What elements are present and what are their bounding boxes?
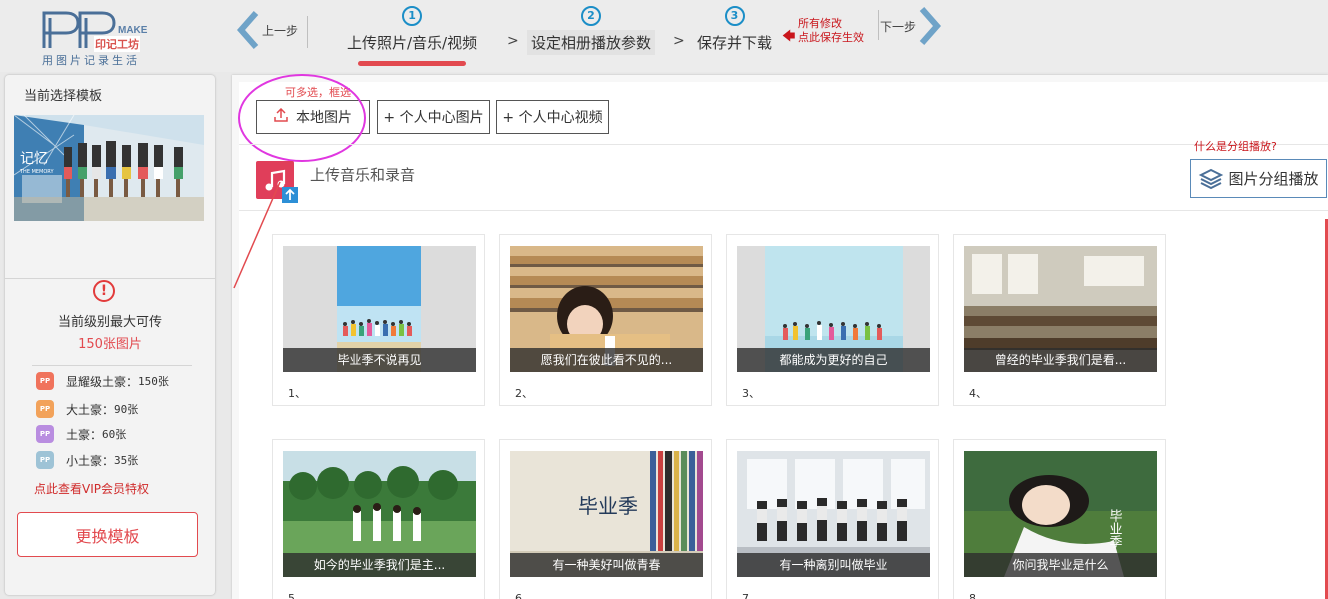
photo-index: 6、 xyxy=(515,592,533,599)
highlight-circle xyxy=(238,74,366,162)
template-subtitle-text: THE MEMORY xyxy=(19,169,54,175)
alert-icon: ! xyxy=(93,280,115,302)
music-upload-icon[interactable] xyxy=(256,161,298,203)
level-name: 显耀级土豪： xyxy=(66,374,139,389)
top-bar: MAKE 印记工坊 用图片记录生活 上一步 1 上传照片/音乐/视频 > 2 设… xyxy=(0,0,1328,72)
photo-index: 8、 xyxy=(969,592,987,599)
vip-privileges-link[interactable]: 点此查看VIP会员特权 xyxy=(34,480,149,497)
level-item: PP 显耀级土豪： 150张 xyxy=(36,372,169,390)
step-label: 设定相册播放参数 xyxy=(527,30,656,55)
next-step-label: 下一步 xyxy=(880,19,917,34)
arrow-left-icon: 🡄 xyxy=(782,29,796,44)
level-value: 90张 xyxy=(114,403,139,416)
music-upload-label[interactable]: 上传音乐和录音 xyxy=(310,164,415,185)
photo-caption: 你问我毕业是什么 xyxy=(964,553,1157,577)
level-badge-icon: PP xyxy=(36,451,54,469)
step-settings[interactable]: 2 设定相册播放参数 xyxy=(527,4,656,55)
personal-images-button[interactable]: + 个人中心图片 xyxy=(377,100,490,134)
photo-caption: 有一种美好叫做青春 xyxy=(510,553,703,577)
next-step-button[interactable]: 下一步 xyxy=(880,6,942,46)
save-note-line2: 点此保存生效 xyxy=(798,31,864,44)
prev-step-button[interactable]: 上一步 xyxy=(236,10,298,50)
photo-caption: 毕业季不说再见 xyxy=(283,348,476,372)
logo-brand-text: 印记工坊 xyxy=(94,36,140,52)
divider xyxy=(878,10,879,40)
main-area: 可多选，框选 本地图片 + 个人中心图片 + 个人中心视频 上传音乐和录音 什么… xyxy=(232,74,1328,599)
photo-caption: 愿我们在彼此看不见的... xyxy=(510,348,703,372)
photo-index: 2、 xyxy=(515,387,533,400)
change-template-button[interactable]: 更换模板 xyxy=(17,512,198,557)
template-thumbnail[interactable]: 记忆 THE MEMORY xyxy=(14,115,204,221)
photo-card[interactable]: 如今的毕业季我们是主... 5、 xyxy=(272,439,485,599)
level-name: 土豪： xyxy=(66,427,103,442)
template-sidebar: 当前选择模板 记忆 THE MEMORY ! 当前级别最大可传 150张图片 P… xyxy=(5,75,215,595)
max-upload-label: 当前级别最大可传 xyxy=(57,315,162,330)
photo-card[interactable]: 都能成为更好的自己 3、 xyxy=(726,234,939,406)
photo-card[interactable]: 有一种离别叫做毕业 7、 xyxy=(726,439,939,599)
save-note-line1: 所有修改 xyxy=(798,17,842,30)
save-note[interactable]: 🡄 所有修改 点此保存生效 xyxy=(782,17,864,45)
level-item: PP 小土豪： 35张 xyxy=(36,451,138,469)
level-badge-icon: PP xyxy=(36,400,54,418)
personal-videos-button[interactable]: + 个人中心视频 xyxy=(496,100,609,134)
photo-index: 1、 xyxy=(288,387,306,400)
divider xyxy=(32,365,192,366)
chevron-left-icon xyxy=(236,11,259,49)
layers-icon xyxy=(1199,168,1224,189)
photo-card[interactable]: 毕业季 你问我毕业是什么 8、 xyxy=(953,439,1166,599)
upload-panel: 可多选，框选 本地图片 + 个人中心图片 + 个人中心视频 上传音乐和录音 什么… xyxy=(238,74,1328,599)
photo-index: 7、 xyxy=(742,592,760,599)
step-label: 保存并下载 xyxy=(697,34,773,52)
photo-card[interactable]: 愿我们在彼此看不见的... 2、 xyxy=(499,234,712,406)
divider xyxy=(5,278,215,279)
photo-index: 4、 xyxy=(969,387,987,400)
max-upload-value: 150张图片 xyxy=(78,337,142,352)
step-upload[interactable]: 1 上传照片/音乐/视频 xyxy=(343,4,481,66)
level-badge-icon: PP xyxy=(36,372,54,390)
photo-title-text: 毕业季 xyxy=(578,494,638,518)
step-label: 上传照片/音乐/视频 xyxy=(347,34,478,52)
step-save[interactable]: 3 保存并下载 xyxy=(693,4,776,55)
photo-caption: 曾经的毕业季我们是看... xyxy=(964,348,1157,372)
level-item: PP 大土豪： 90张 xyxy=(36,400,138,418)
photo-card[interactable]: 曾经的毕业季我们是看... 4、 xyxy=(953,234,1166,406)
level-value: 35张 xyxy=(114,454,139,467)
photo-caption: 都能成为更好的自己 xyxy=(737,348,930,372)
logo-make-text: MAKE xyxy=(118,25,148,36)
template-image: 记忆 THE MEMORY xyxy=(14,115,204,221)
step-separator: > xyxy=(673,33,685,49)
photo-caption: 如今的毕业季我们是主... xyxy=(283,553,476,577)
active-step-underline xyxy=(358,61,467,66)
level-value: 60张 xyxy=(102,428,127,441)
group-play-label: 图片分组播放 xyxy=(1228,170,1319,188)
photo-index: 3、 xyxy=(742,387,760,400)
photo-index: 5、 xyxy=(288,592,306,599)
level-name: 大土豪： xyxy=(66,402,115,417)
level-badge-icon: PP xyxy=(36,425,54,443)
logo: MAKE 印记工坊 用图片记录生活 xyxy=(38,10,150,68)
template-title-text: 记忆 xyxy=(20,151,48,167)
level-name: 小土豪： xyxy=(66,453,115,468)
group-play-button[interactable]: 图片分组播放 xyxy=(1190,159,1327,198)
photo-caption: 有一种离别叫做毕业 xyxy=(737,553,930,577)
divider xyxy=(239,210,1328,211)
prev-step-label: 上一步 xyxy=(262,23,299,38)
photo-overlay-text: 毕业季 xyxy=(1107,509,1123,548)
logo-slogan: 用图片记录生活 xyxy=(42,54,140,67)
step-number: 3 xyxy=(724,6,745,26)
group-play-help-link[interactable]: 什么是分组播放? xyxy=(1194,138,1277,154)
level-value: 150张 xyxy=(138,375,169,388)
step-separator: > xyxy=(507,33,519,49)
chevron-right-icon xyxy=(919,7,942,45)
photo-card[interactable]: 毕业季 有一种美好叫做青春 6、 xyxy=(499,439,712,599)
step-number: 1 xyxy=(402,6,423,26)
photo-card[interactable]: 毕业季不说再见 1、 xyxy=(272,234,485,406)
sidebar-title: 当前选择模板 xyxy=(24,89,103,104)
divider xyxy=(239,144,1328,145)
divider xyxy=(307,16,308,48)
level-item: PP 土豪： 60张 xyxy=(36,425,126,443)
step-number: 2 xyxy=(581,6,601,26)
